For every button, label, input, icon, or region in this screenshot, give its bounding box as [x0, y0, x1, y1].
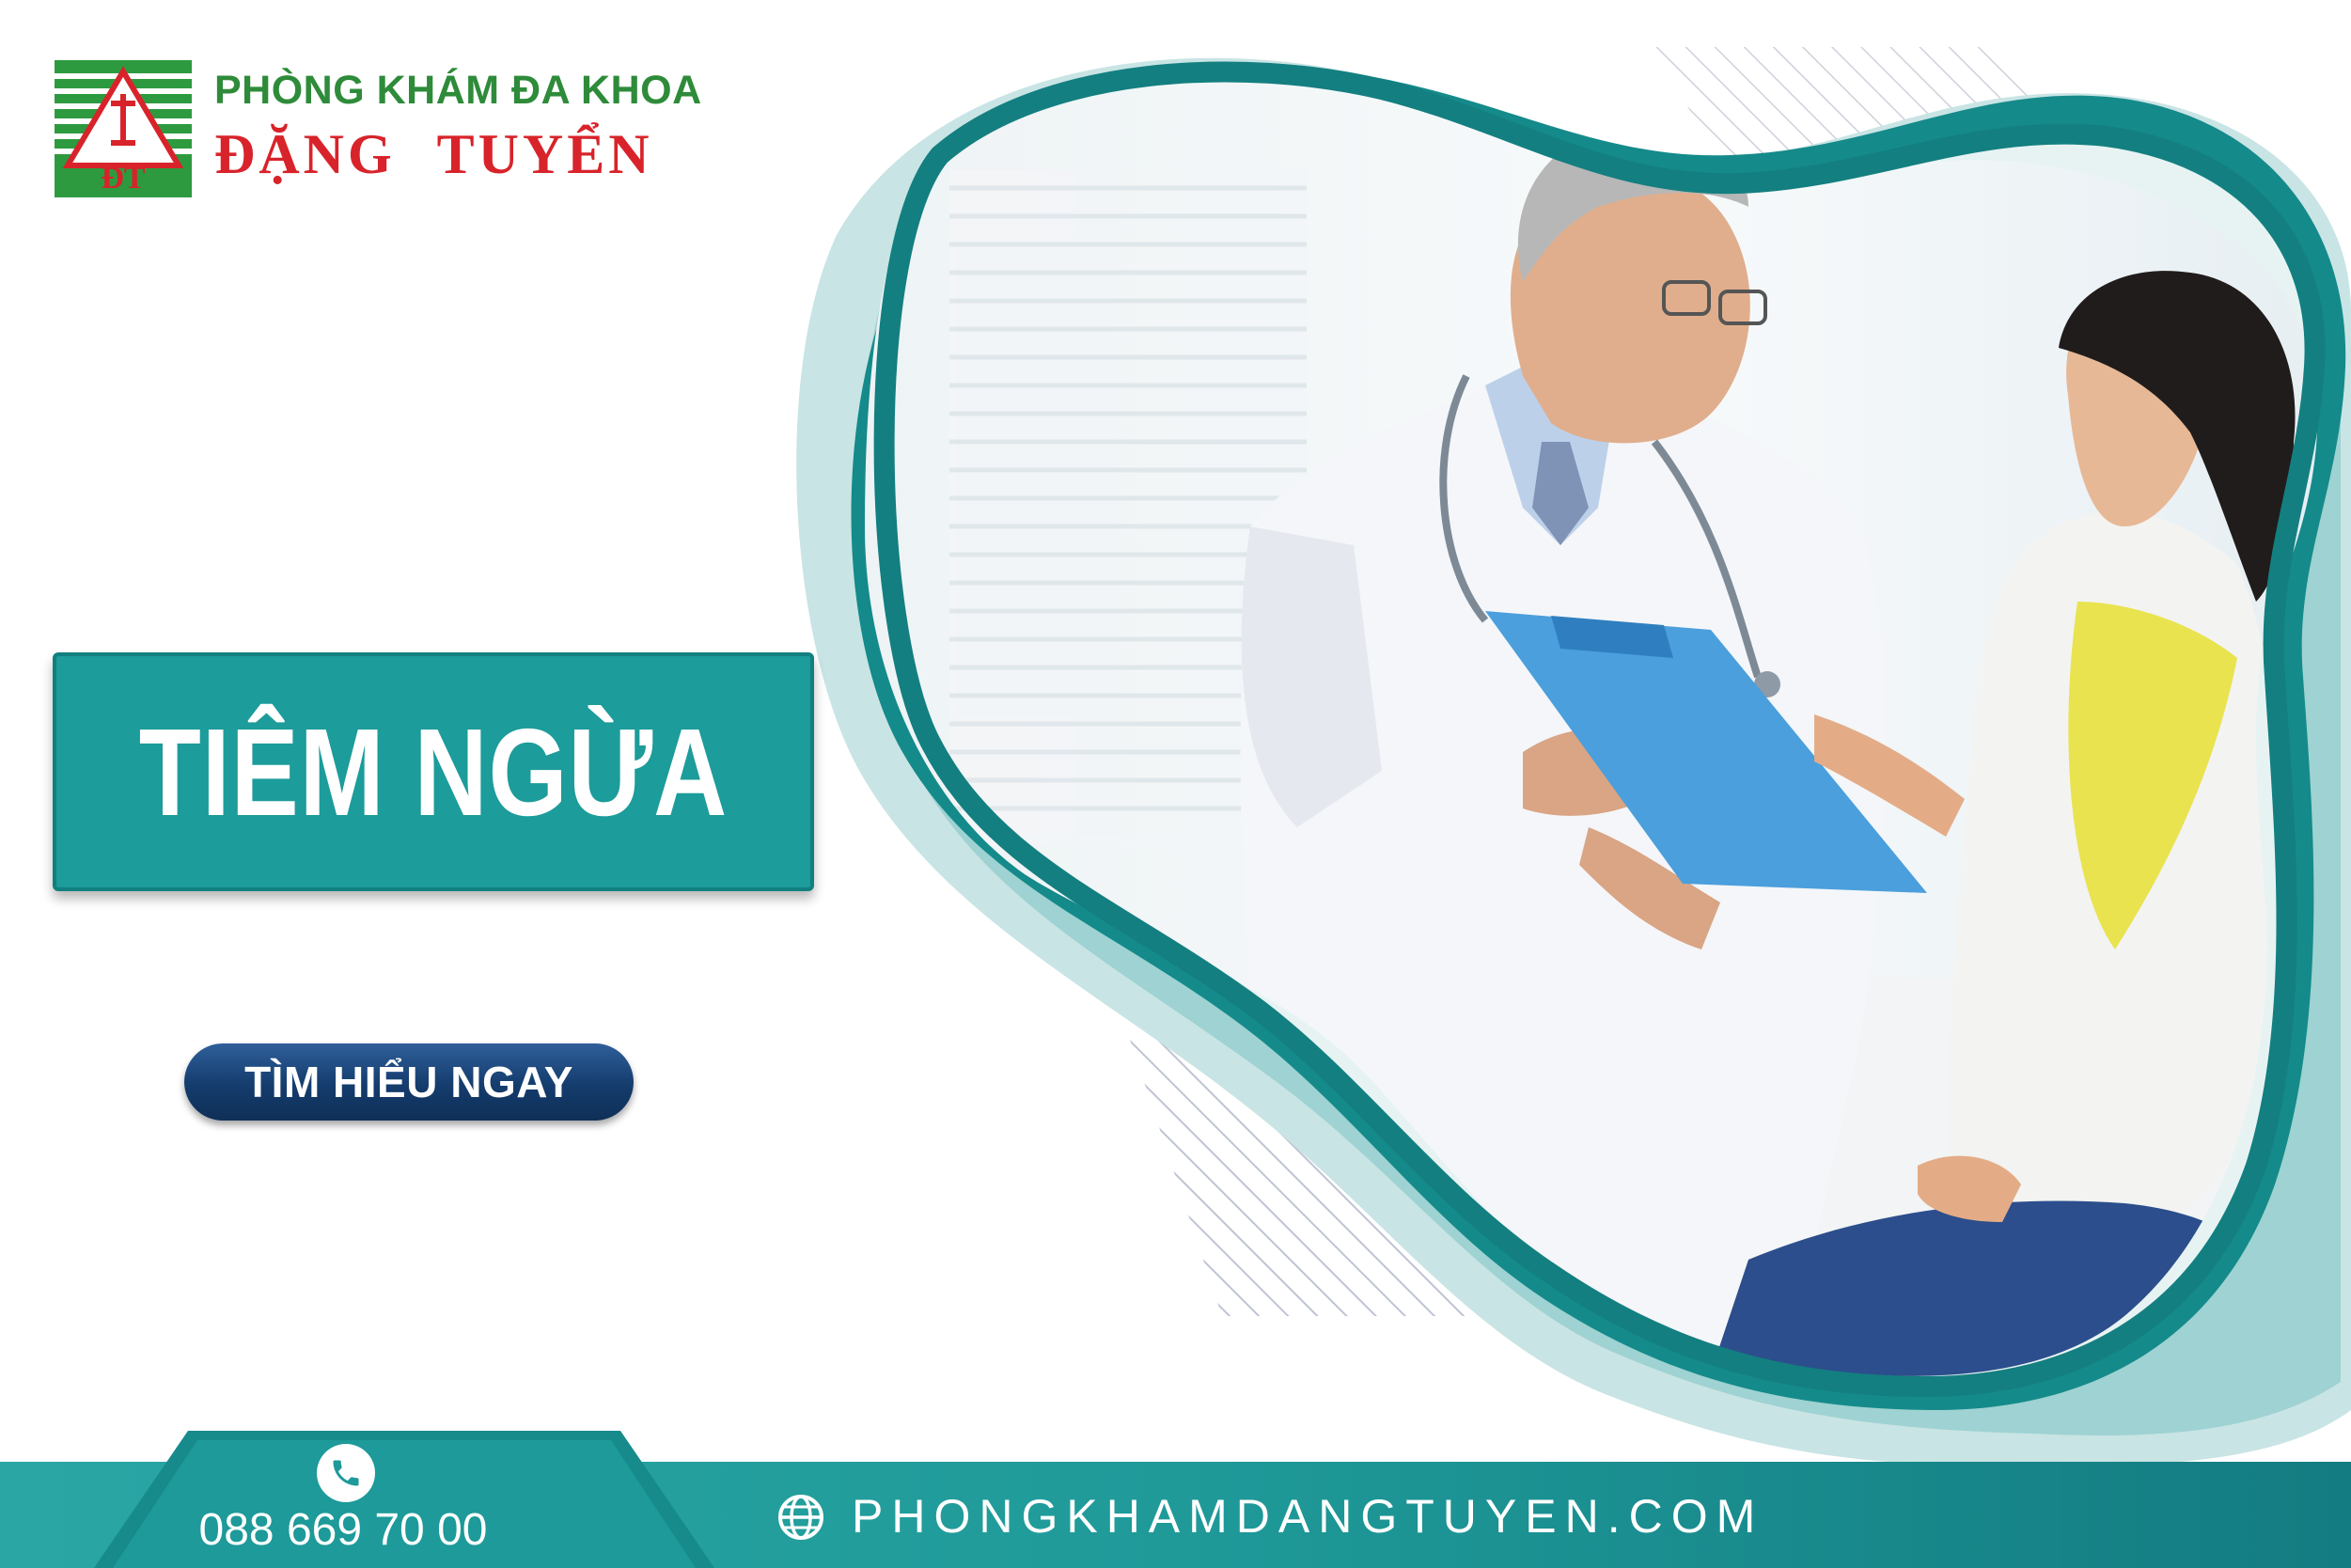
- logo-letters: ĐT: [101, 161, 146, 196]
- phone-glyph-icon: [333, 1460, 359, 1486]
- learn-more-label: TÌM HIỂU NGAY: [244, 1058, 573, 1106]
- learn-more-button[interactable]: TÌM HIỂU NGAY: [184, 1043, 634, 1121]
- page-title: TIÊM NGỪA: [138, 702, 729, 841]
- clinic-name-line2: ĐẶNG TUYỂN: [214, 123, 653, 185]
- phone-icon[interactable]: [317, 1444, 375, 1502]
- clinic-name-line1: PHÒNG KHÁM ĐA KHOA: [214, 68, 702, 113]
- website-link[interactable]: PHONGKHAMDANGTUYEN.COM: [852, 1489, 1763, 1544]
- clinic-logo[interactable]: ĐT PHÒNG KHÁM ĐA KHOA ĐẶNG TUYỂN: [55, 60, 713, 201]
- clinic-logo-icon: ĐT: [55, 60, 192, 197]
- title-banner: TIÊM NGỪA: [53, 652, 814, 891]
- globe-icon: [778, 1495, 823, 1540]
- phone-number[interactable]: 088 669 70 00: [188, 1504, 498, 1556]
